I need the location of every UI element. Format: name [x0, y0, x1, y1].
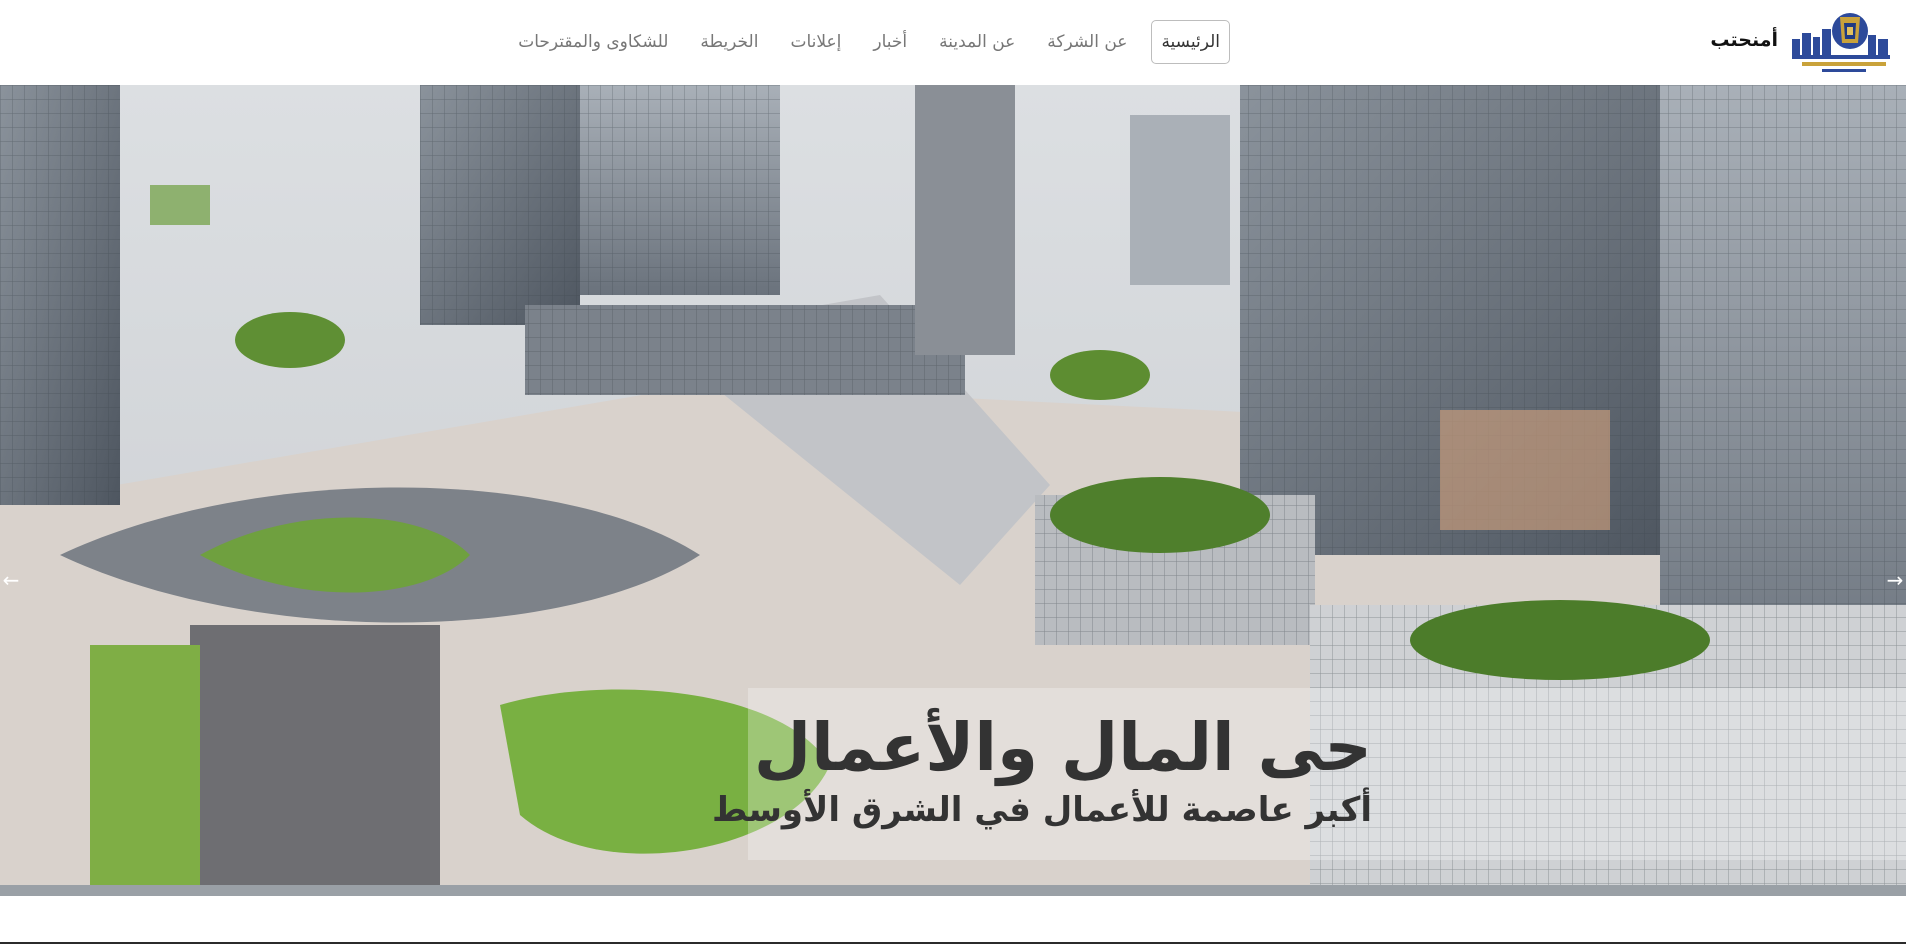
nav-item-about-company[interactable]: عن الشركة [1031, 20, 1143, 64]
nav-item-about-city[interactable]: عن المدينة [923, 20, 1031, 64]
arrow-right-icon: → [1886, 568, 1904, 592]
brand-name[interactable]: أمنحتب [1710, 29, 1778, 51]
nav-item-home[interactable]: الرئيسية [1151, 20, 1230, 64]
hero-title: حى المال والأعمال [753, 709, 1372, 786]
nav-item-news[interactable]: أخبار [857, 20, 923, 64]
arrow-left-icon: ← [2, 568, 20, 592]
nav-item-complaints[interactable]: للشكاوى والمقترحات [502, 20, 684, 64]
company-logo-icon[interactable] [1788, 9, 1894, 75]
slider-prev-button[interactable]: ← [0, 560, 22, 600]
main-nav: الرئيسية عن الشركة عن المدينة أخبار إعلا… [502, 20, 1230, 64]
brand[interactable]: أمنحتب [1710, 8, 1894, 76]
navbar: أمنحتب الرئيسية عن الشركة عن المدينة أخب… [0, 0, 1906, 85]
nav-item-announcements[interactable]: إعلانات [774, 20, 857, 64]
nav-item-map[interactable]: الخريطة [684, 20, 774, 64]
slider-next-button[interactable]: → [1884, 560, 1906, 600]
footer-divider [0, 942, 1906, 944]
hero-subtitle: أكبر عاصمة للأعمال في الشرق الأوسط [712, 790, 1372, 830]
hero-caption: حى المال والأعمال أكبر عاصمة للأعمال في … [712, 688, 1906, 860]
